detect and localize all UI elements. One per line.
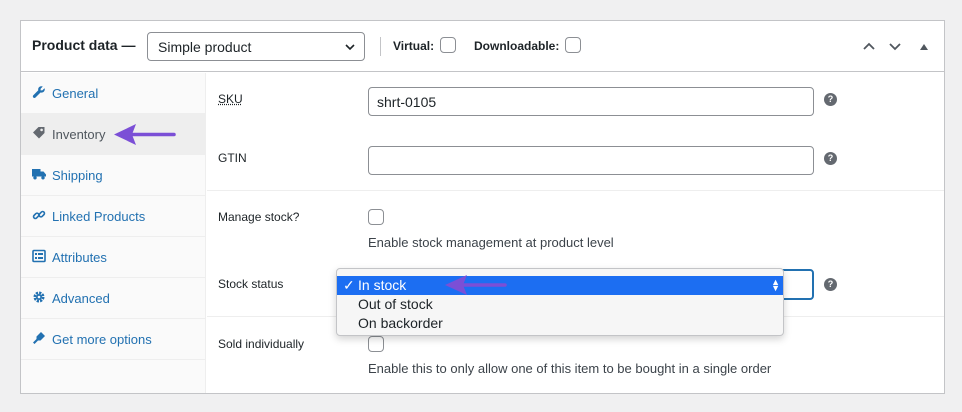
chevron-down-icon[interactable] (887, 38, 903, 57)
sold-individually-label: Sold individually (218, 337, 305, 351)
sold-individually-description: Enable this to only allow one of this it… (368, 361, 772, 376)
tab-shipping[interactable]: Shipping (21, 155, 205, 196)
updown-caret-icon: ▲ ▼ (771, 277, 780, 293)
option-on-backorder[interactable]: On backorder (337, 314, 783, 333)
tab-get-more-options[interactable]: Get more options (21, 319, 205, 360)
help-icon[interactable]: ? (824, 278, 837, 291)
tab-label: Inventory (52, 127, 106, 142)
inventory-panel: SKU shrt-0105 ? GTIN ? Manage stock? Ena… (207, 73, 944, 393)
manage-stock-checkbox[interactable] (368, 209, 384, 225)
manage-stock-label: Manage stock? (218, 210, 300, 224)
option-label: On backorder (358, 315, 443, 331)
section-divider (207, 190, 944, 191)
chevron-up-icon[interactable] (861, 38, 877, 57)
tab-general[interactable]: General (21, 73, 205, 114)
tab-label: Linked Products (52, 209, 146, 224)
annotation-arrow-icon (114, 124, 176, 145)
option-label: Out of stock (358, 296, 433, 312)
downloadable-checkbox[interactable] (565, 37, 581, 53)
help-icon[interactable]: ? (824, 93, 837, 106)
gear-icon (32, 290, 46, 304)
tag-icon (32, 126, 46, 140)
chevron-down-icon (344, 40, 356, 56)
sold-individually-checkbox[interactable] (368, 336, 384, 352)
product-type-select[interactable]: Simple product (147, 32, 365, 61)
list-icon (32, 249, 46, 263)
tab-attributes[interactable]: Attributes (21, 237, 205, 278)
product-type-value: Simple product (158, 39, 252, 55)
tab-label: Advanced (52, 291, 110, 306)
checkmark-icon: ✓ (343, 277, 355, 293)
wrench-icon (32, 85, 46, 99)
panel-header: Product data — Simple product Virtual: D… (21, 21, 944, 72)
sku-input[interactable]: shrt-0105 (368, 87, 814, 116)
tab-label: Attributes (52, 250, 107, 265)
stock-status-label: Stock status (218, 277, 284, 291)
panel-title: Product data — (32, 37, 136, 53)
downloadable-label: Downloadable: (474, 39, 560, 53)
annotation-arrow-icon (445, 275, 507, 295)
tab-linked-products[interactable]: Linked Products (21, 196, 205, 237)
option-label: In stock (358, 277, 407, 293)
tab-advanced[interactable]: Advanced (21, 278, 205, 319)
sku-label: SKU (218, 92, 243, 106)
stock-status-dropdown: ✓ In stock ▲ ▼ Out of stock On backorder (336, 268, 784, 336)
manage-stock-description: Enable stock management at product level (368, 235, 614, 250)
gtin-input[interactable] (368, 146, 814, 175)
virtual-label: Virtual: (393, 39, 435, 53)
header-divider (380, 37, 381, 56)
collapse-triangle-icon[interactable] (919, 40, 929, 55)
product-data-panel: Product data — Simple product Virtual: D… (20, 20, 945, 394)
virtual-checkbox[interactable] (440, 37, 456, 53)
tab-label: Get more options (52, 332, 152, 347)
link-icon (32, 208, 46, 222)
option-out-of-stock[interactable]: Out of stock (337, 295, 783, 314)
help-icon[interactable]: ? (824, 152, 837, 165)
plugin-icon (32, 331, 46, 345)
tab-label: General (52, 86, 99, 101)
truck-icon (32, 167, 46, 181)
option-in-stock[interactable]: ✓ In stock ▲ ▼ (337, 276, 783, 295)
gtin-label: GTIN (218, 151, 247, 165)
tab-label: Shipping (52, 168, 103, 183)
